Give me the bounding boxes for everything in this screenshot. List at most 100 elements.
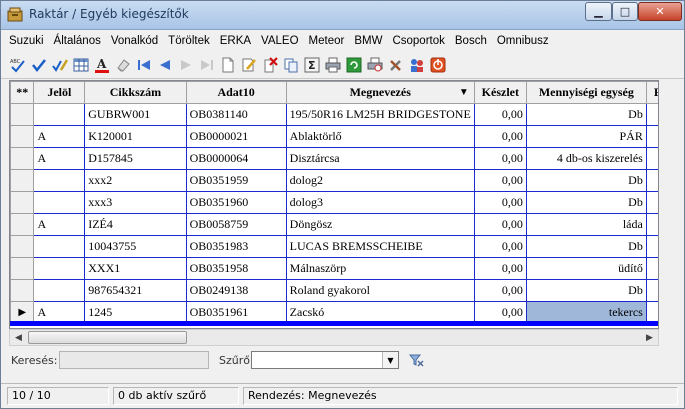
search-input[interactable]	[59, 351, 209, 369]
menu-suzuki[interactable]: Suzuki	[9, 35, 44, 47]
cell-unit[interactable]: PÁR	[525, 125, 647, 148]
table-row[interactable]: XXX1 OB0351958 Málnaszörp 0,00 üdítő	[10, 257, 658, 280]
cell-stock[interactable]: 0,00	[473, 147, 527, 170]
scroll-left-icon[interactable]: ◀	[10, 330, 27, 345]
cell-mark[interactable]	[33, 191, 86, 214]
cell-data10[interactable]: OB0351960	[185, 191, 287, 214]
cell-stock[interactable]: 0,00	[473, 257, 527, 280]
data-grid[interactable]: ** Jelöl Cikkszám Adat10 Megnevezés ▼ Ké…	[9, 80, 659, 329]
close-button[interactable]: ✕	[638, 2, 682, 21]
menu-csoportok[interactable]: Csoportok	[392, 35, 444, 47]
menu-toroltek[interactable]: Töröltek	[168, 35, 210, 47]
clear-filter-icon[interactable]	[407, 351, 425, 369]
sum-icon[interactable]: Σ	[303, 56, 321, 74]
cell-unit[interactable]: láda	[525, 213, 647, 236]
cell-name[interactable]: LUCAS BREMSSCHEIBE	[285, 235, 475, 258]
cell-name[interactable]: Málnaszörp	[285, 257, 475, 280]
cell-mark[interactable]	[33, 257, 86, 280]
cell-stock[interactable]: 0,00	[473, 213, 527, 236]
filter-select[interactable]: ▼	[251, 351, 399, 369]
minimize-button[interactable]: ▁	[585, 2, 612, 21]
users-icon[interactable]	[408, 56, 426, 74]
edit-record-icon[interactable]	[240, 56, 258, 74]
cell-code[interactable]: D157845	[84, 147, 187, 170]
cell-stock[interactable]: 0,00	[473, 279, 527, 302]
prev-record-icon[interactable]	[156, 56, 174, 74]
cell-stock[interactable]: 0,00	[473, 191, 527, 214]
text-color-icon[interactable]: A	[93, 56, 111, 74]
row-indicator[interactable]	[10, 125, 35, 148]
cell-stock[interactable]: 0,00	[473, 169, 527, 192]
cell-name[interactable]: dolog2	[285, 169, 475, 192]
cell-code[interactable]: K120001	[84, 125, 187, 148]
cell-stock[interactable]: 0,00	[473, 235, 527, 258]
row-indicator[interactable]	[10, 213, 35, 236]
title-bar[interactable]: Raktár / Egyéb kiegészítők ▁ □ ✕	[1, 1, 684, 30]
menu-vonalkod[interactable]: Vonalkód	[111, 35, 158, 47]
menu-bosch[interactable]: Bosch	[455, 35, 487, 47]
cell-extra[interactable]	[645, 103, 658, 126]
cell-extra[interactable]	[645, 279, 658, 302]
cell-code[interactable]: GUBRW001	[84, 103, 187, 126]
cell-code[interactable]: 987654321	[84, 279, 187, 302]
cell-extra[interactable]	[645, 235, 658, 258]
cell-data10[interactable]: OB0381140	[185, 103, 287, 126]
table-row[interactable]: GUBRW001 OB0381140 195/50R16 LM25H BRIDG…	[10, 103, 658, 126]
refresh-icon[interactable]	[345, 56, 363, 74]
check-icon[interactable]	[30, 56, 48, 74]
cell-code[interactable]: xxx2	[84, 169, 187, 192]
exit-icon[interactable]	[429, 56, 447, 74]
cell-mark[interactable]: A	[33, 125, 86, 148]
edit-check-icon[interactable]	[51, 56, 69, 74]
cell-name[interactable]: 195/50R16 LM25H BRIDGESTONE	[285, 103, 475, 126]
row-indicator[interactable]	[10, 103, 35, 126]
cell-data10[interactable]: OB0058759	[185, 213, 287, 236]
table-row[interactable]: xxx2 OB0351959 dolog2 0,00 Db	[10, 169, 658, 192]
cell-unit[interactable]: Db	[525, 191, 647, 214]
copy-icon[interactable]	[282, 56, 300, 74]
column-header-unit[interactable]: Mennyiségi egység	[525, 81, 647, 104]
cell-mark[interactable]	[33, 235, 86, 258]
tools-icon[interactable]	[387, 56, 405, 74]
menu-valeo[interactable]: VALEO	[261, 35, 299, 47]
cell-unit[interactable]: 4 db-os kiszerelés	[525, 147, 647, 170]
table-row[interactable]: 10043755 OB0351983 LUCAS BREMSSCHEIBE 0,…	[10, 235, 658, 258]
menu-erka[interactable]: ERKA	[220, 35, 251, 47]
cell-stock[interactable]: 0,00	[473, 125, 527, 148]
row-indicator[interactable]	[10, 147, 35, 170]
cell-unit[interactable]: Db	[525, 103, 647, 126]
menu-meteor[interactable]: Meteor	[309, 35, 345, 47]
eraser-icon[interactable]	[114, 56, 132, 74]
cell-mark[interactable]	[33, 169, 86, 192]
cell-data10[interactable]: OB0351959	[185, 169, 287, 192]
delete-record-icon[interactable]	[261, 56, 279, 74]
spellcheck-icon[interactable]: ABC	[9, 56, 27, 74]
row-indicator[interactable]	[10, 279, 35, 302]
cell-code[interactable]: xxx3	[84, 191, 187, 214]
column-header-extra[interactable]: E	[645, 81, 658, 104]
cell-code[interactable]: IZÉ4	[84, 213, 187, 236]
column-header-code[interactable]: Cikkszám	[84, 81, 187, 104]
cell-extra[interactable]	[645, 169, 658, 192]
cell-unit[interactable]: Db	[525, 169, 647, 192]
cell-extra[interactable]	[645, 213, 658, 236]
cell-name[interactable]: Roland gyakorol	[285, 279, 475, 302]
cell-data10[interactable]: OB0249138	[185, 279, 287, 302]
cell-stock[interactable]: 0,00	[473, 103, 527, 126]
cell-unit[interactable]: Db	[525, 279, 647, 302]
menu-omnibusz[interactable]: Omnibusz	[497, 35, 549, 47]
row-indicator[interactable]	[10, 191, 35, 214]
row-indicator[interactable]	[10, 169, 35, 192]
menu-bmw[interactable]: BMW	[354, 35, 382, 47]
table-row[interactable]: xxx3 OB0351960 dolog3 0,00 Db	[10, 191, 658, 214]
row-indicator[interactable]	[10, 235, 35, 258]
cell-unit[interactable]: üdítő	[525, 257, 647, 280]
cell-name[interactable]: Döngösz	[285, 213, 475, 236]
new-record-icon[interactable]	[219, 56, 237, 74]
row-indicator[interactable]	[10, 257, 35, 280]
maximize-button[interactable]: □	[612, 2, 638, 21]
table-icon[interactable]	[72, 56, 90, 74]
table-row[interactable]: A IZÉ4 OB0058759 Döngösz 0,00 láda	[10, 213, 658, 236]
cell-mark[interactable]	[33, 279, 86, 302]
horizontal-scrollbar[interactable]: ◀ ▶	[9, 329, 659, 346]
